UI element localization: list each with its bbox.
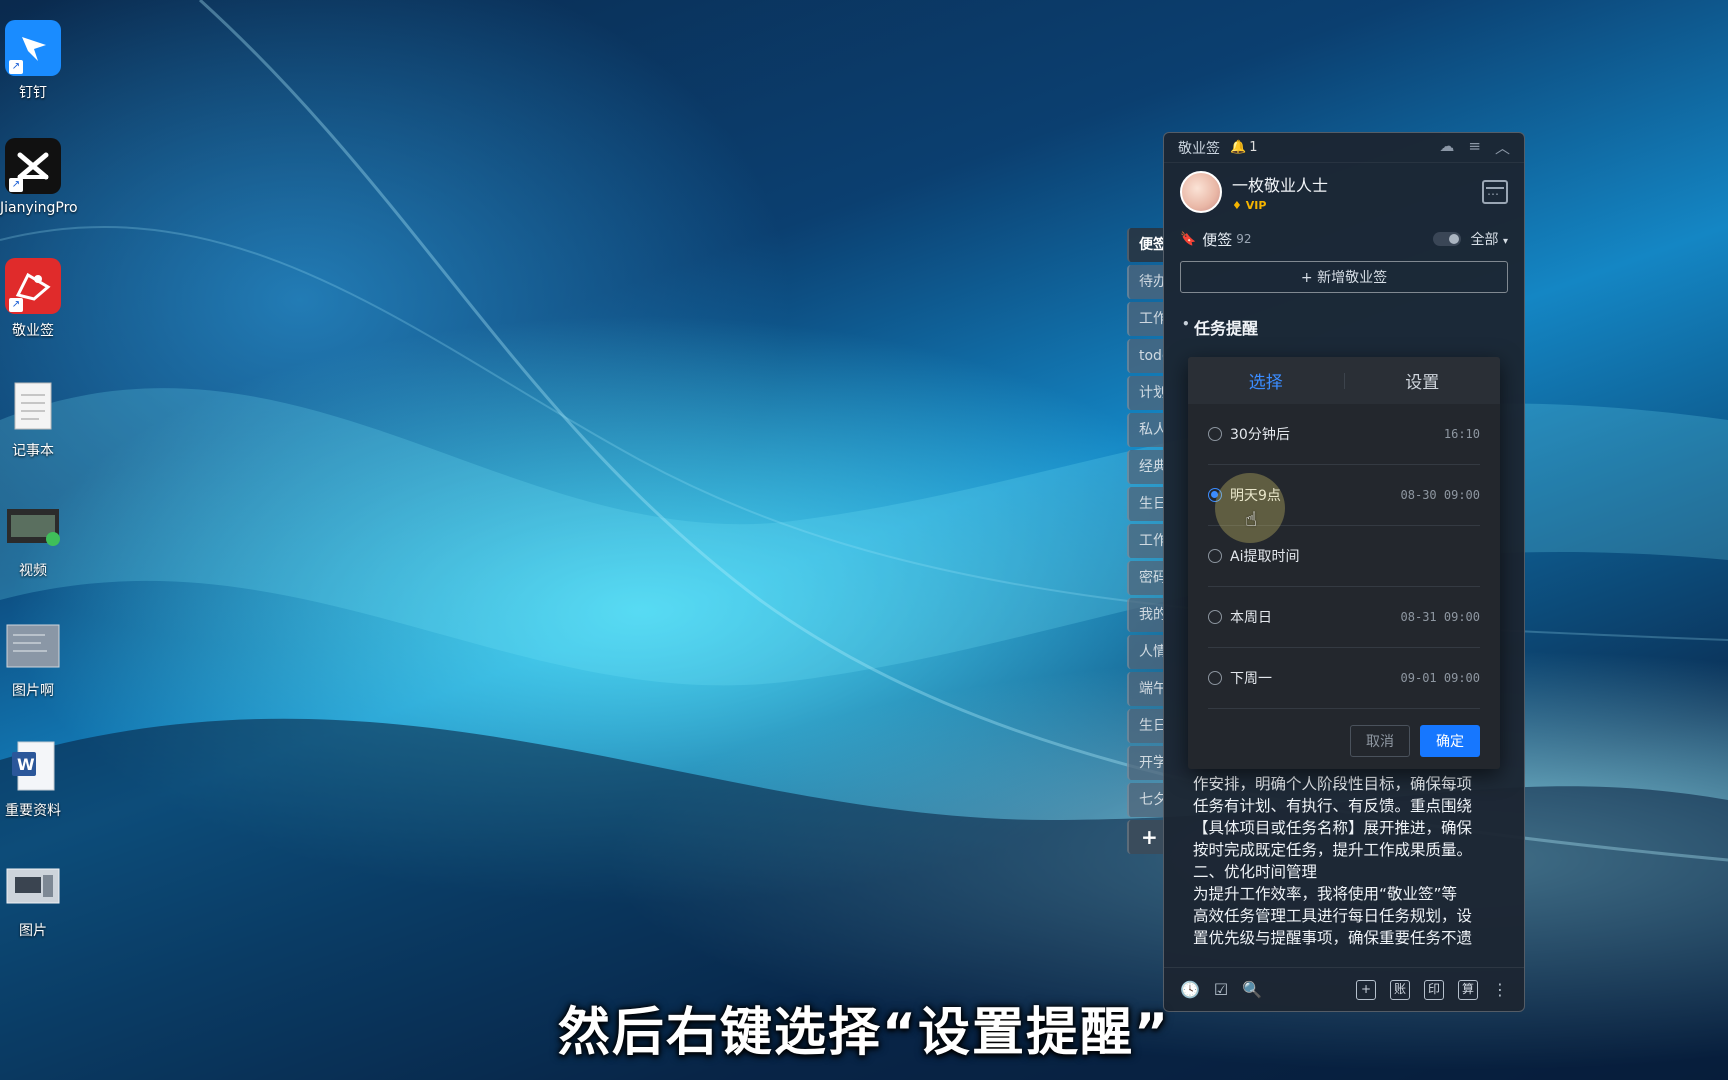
radio-button[interactable] [1208,427,1222,441]
collapse-icon[interactable]: ︿ [1495,137,1510,158]
radio-button[interactable] [1208,549,1222,563]
notes-count: 92 [1236,232,1252,246]
bell-icon[interactable]: 🔔 [1230,140,1246,155]
side-tab[interactable]: 经典 [1127,450,1163,484]
option-time: 08-30 09:00 [1400,488,1480,502]
new-note-button[interactable]: + 新增敬业签 [1180,261,1508,293]
desktop-icon-video[interactable]: 视频 [0,498,66,580]
desktop-icon-notepad[interactable]: 记事本 [0,378,66,460]
notification-count: 1 [1249,140,1258,155]
view-toggle[interactable] [1432,232,1461,246]
hand-cursor-icon: ☝ [1245,507,1258,531]
jingyeqian-icon: ↗ [5,258,61,314]
avatar[interactable] [1180,171,1222,213]
side-tab[interactable]: 待办 [1127,265,1163,299]
radio-button[interactable] [1208,610,1222,624]
popup-tabs: 选择 设置 [1188,357,1500,404]
option-time: 09-01 09:00 [1400,671,1480,685]
option-label: 下周一 [1230,671,1272,687]
category-side-tabs: 便签 待办 工作 todo 计划 私人 经典 生日 工作 密码 我的 人情 端午… [1127,228,1163,857]
note-line: 任务有计划、有执行、有反馈。重点围绕 [1193,797,1473,815]
side-tab[interactable]: 密码 [1127,561,1163,595]
option-label: 本周日 [1230,610,1272,626]
option-time: 08-31 09:00 [1400,610,1480,624]
side-tab[interactable]: 端午 [1127,672,1163,706]
title-bar: 敬业签 🔔 1 ☁ ≡ ︿ [1164,133,1524,163]
desktop-icon-image-file[interactable]: 图片啊 [0,618,66,700]
note-line: 作安排，明确个人阶段性目标，确保每项 [1193,775,1473,793]
filter-dropdown[interactable]: 全部 ▾ [1471,229,1508,249]
note-line: 高效任务管理工具进行每日任务规划，设 [1193,907,1473,925]
radio-button[interactable] [1208,671,1222,685]
desktop-icon-label: 图片 [19,923,47,939]
note-body[interactable]: 作安排，明确个人阶段性目标，确保每项 任务有计划、有执行、有反馈。重点围绕 【具… [1193,773,1511,949]
add-category-button[interactable]: + [1127,820,1163,854]
reminder-popup: 选择 设置 30分钟后 16:10 明天9点 08-30 09:00 Ai提取时… [1188,357,1500,769]
desktop-icon-label: 图片啊 [12,683,54,699]
option-next-monday[interactable]: 下周一 09-01 09:00 [1208,648,1480,709]
desktop-icon-jingyeqian[interactable]: ↗ 敬业签 [0,258,66,340]
note-title: 任务提醒 [1164,293,1524,339]
cancel-button[interactable]: 取消 [1350,725,1410,757]
side-tab[interactable]: 人情 [1127,635,1163,669]
side-tab[interactable]: 七夕 [1127,783,1163,817]
tab-select[interactable]: 选择 [1188,368,1344,393]
note-line: 为提升工作效率，我将使用“敬业签”等 [1193,885,1458,903]
vip-diamond-icon: ♦ [1232,199,1242,212]
side-tab[interactable]: 工作 [1127,302,1163,336]
side-tab[interactable]: 私人 [1127,413,1163,447]
desktop-icon-label: 记事本 [12,443,54,459]
vip-badge: VIP [1245,199,1267,212]
option-label: Ai提取时间 [1230,549,1300,565]
side-tab[interactable]: 我的 [1127,598,1163,632]
word-doc-icon: W [5,738,61,794]
note-line: 按时完成既定任务，提升工作成果质量。 [1193,841,1473,859]
desktop-icon-label: JianyingPro [0,200,78,216]
desktop-icon-jianying[interactable]: ↗ JianyingPro [0,138,78,216]
desktop-icon-dingtalk[interactable]: ↗ 钉钉 [0,20,66,102]
app-title: 敬业签 [1178,140,1220,157]
note-line: 【具体项目或任务名称】展开推进，确保 [1193,819,1473,837]
confirm-button[interactable]: 确定 [1420,725,1480,757]
filter-label: 全部 [1470,232,1499,248]
tab-settings[interactable]: 设置 [1345,368,1501,393]
bookmark-icon: 🔖 [1180,231,1197,247]
side-tab[interactable]: 开学 [1127,746,1163,780]
desktop-icon-word-doc[interactable]: W 重要资料 [0,738,66,820]
calendar-icon[interactable] [1482,180,1508,204]
user-name: 一枚敬业人士 [1232,176,1329,195]
option-30-min[interactable]: 30分钟后 16:10 [1208,404,1480,465]
user-header: 一枚敬业人士 ♦ VIP [1164,163,1524,221]
desktop-icon-label: 敬业签 [12,323,54,339]
side-tab[interactable]: 便签 [1127,228,1163,262]
option-time: 16:10 [1443,427,1480,441]
menu-icon[interactable]: ≡ [1468,137,1481,158]
image-file-icon [5,618,61,674]
video-icon [5,498,61,554]
note-line: 二、优化时间管理 [1193,863,1318,881]
desktop-icon-label: 视频 [19,563,47,579]
desktop-icon-label: 重要资料 [5,803,61,819]
option-label: 30分钟后 [1230,427,1290,443]
side-tab[interactable]: 生日 [1127,487,1163,521]
video-subtitle: 然后右键选择“设置提醒” [557,1003,1171,1063]
svg-text:W: W [17,755,35,774]
jianying-icon: ↗ [5,138,61,194]
note-line: 置优先级与提醒事项，确保重要任务不遗 [1193,929,1473,947]
option-this-sunday[interactable]: 本周日 08-31 09:00 [1208,587,1480,648]
notepad-icon [5,378,61,434]
dingtalk-icon: ↗ [5,20,61,76]
picture-icon [5,858,61,914]
side-tab[interactable]: 工作 [1127,524,1163,558]
cloud-sync-icon[interactable]: ☁ [1439,137,1454,158]
side-tab[interactable]: 生日 [1127,709,1163,743]
side-tab[interactable]: 计划 [1127,376,1163,410]
caret-down-icon: ▾ [1502,236,1508,247]
desktop-icon-label: 钉钉 [19,85,47,101]
desktop-icon-picture[interactable]: 图片 [0,858,66,940]
notes-bar: 🔖 便签 92 全部 ▾ [1164,221,1524,257]
notes-label: 便签 [1202,230,1233,249]
side-tab[interactable]: todo [1127,339,1163,373]
